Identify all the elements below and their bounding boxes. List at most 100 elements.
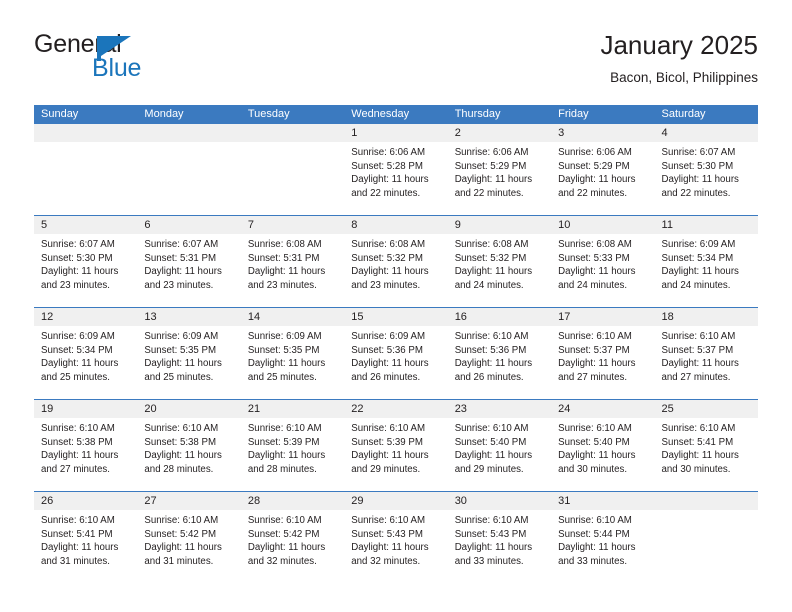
day-cell[interactable]: Sunrise: 6:06 AM Sunset: 5:29 PM Daylight:… xyxy=(551,142,654,215)
day-cell[interactable]: Sunrise: 6:10 AM Sunset: 5:42 PM Daylight:… xyxy=(241,510,344,583)
day-number[interactable]: 15 xyxy=(344,308,447,326)
day-number[interactable]: 10 xyxy=(551,216,654,234)
day-number[interactable]: 6 xyxy=(137,216,240,234)
calendar-week-row: 19 20 21 22 23 24 25 Sunrise: 6:10 AM Sunset: 5:… xyxy=(34,399,758,491)
day-cell[interactable]: Sunrise: 6:10 AM Sunset: 5:41 PM Daylight:… xyxy=(655,418,758,491)
day-number[interactable]: 17 xyxy=(551,308,654,326)
day-number[interactable]: 8 xyxy=(344,216,447,234)
daylight-text: and 25 minutes. xyxy=(247,371,317,383)
daylight-text: and 24 minutes. xyxy=(454,279,524,291)
sunrise-text: Sunrise: 6:10 AM xyxy=(661,331,736,342)
day-number[interactable]: 31 xyxy=(551,492,654,510)
daylight-text: Daylight: 11 hours xyxy=(454,358,533,370)
day-cell[interactable]: Sunrise: 6:10 AM Sunset: 5:42 PM Daylight:… xyxy=(137,510,240,583)
day-cell[interactable]: Sunrise: 6:08 AM Sunset: 5:31 PM Daylight:… xyxy=(241,234,344,307)
day-number[interactable]: 16 xyxy=(448,308,551,326)
day-number[interactable]: 26 xyxy=(34,492,137,510)
day-cell[interactable]: Sunrise: 6:10 AM Sunset: 5:40 PM Daylight:… xyxy=(551,418,654,491)
daylight-text: and 27 minutes. xyxy=(661,371,731,383)
day-cell[interactable]: Sunrise: 6:08 AM Sunset: 5:32 PM Daylight:… xyxy=(344,234,447,307)
week-detail-row: Sunrise: 6:06 AM Sunset: 5:28 PM Daylight:… xyxy=(34,142,758,215)
daylight-text: Daylight: 11 hours xyxy=(351,358,429,370)
day-cell[interactable]: Sunrise: 6:10 AM Sunset: 5:41 PM Daylight:… xyxy=(34,510,137,583)
day-cell[interactable]: Sunrise: 6:08 AM Sunset: 5:32 PM Daylight:… xyxy=(448,234,551,307)
day-number[interactable]: 23 xyxy=(448,400,551,418)
daylight-text: Daylight: 11 hours xyxy=(351,542,429,554)
daylight-text: and 30 minutes. xyxy=(558,463,628,475)
day-number[interactable]: 19 xyxy=(34,400,137,418)
daylight-text: and 30 minutes. xyxy=(661,463,731,475)
day-number[interactable]: 7 xyxy=(241,216,344,234)
day-number[interactable]: 27 xyxy=(137,492,240,510)
day-number[interactable]: 29 xyxy=(344,492,447,510)
daylight-text: Daylight: 11 hours xyxy=(351,266,429,278)
daylight-text: and 22 minutes. xyxy=(661,187,731,199)
daylight-text: and 22 minutes. xyxy=(454,187,524,199)
sunrise-text: Sunrise: 6:09 AM xyxy=(661,239,736,250)
sunset-text: Sunset: 5:38 PM xyxy=(41,436,113,448)
day-number[interactable]: 21 xyxy=(241,400,344,418)
day-number[interactable]: 18 xyxy=(655,308,758,326)
day-cell[interactable]: Sunrise: 6:10 AM Sunset: 5:36 PM Daylight:… xyxy=(448,326,551,399)
sunset-text: Sunset: 5:36 PM xyxy=(454,344,527,356)
day-cell[interactable]: Sunrise: 6:10 AM Sunset: 5:38 PM Daylight:… xyxy=(34,418,137,491)
day-number[interactable]: 28 xyxy=(241,492,344,510)
brand-logo[interactable]: General Blue xyxy=(34,28,234,88)
day-cell[interactable]: Sunrise: 6:10 AM Sunset: 5:43 PM Daylight:… xyxy=(344,510,447,583)
sunset-text: Sunset: 5:29 PM xyxy=(454,160,527,172)
day-number[interactable]: 5 xyxy=(34,216,137,234)
daylight-text: Daylight: 11 hours xyxy=(454,542,533,554)
day-number[interactable]: 1 xyxy=(344,124,447,142)
day-number[interactable]: 3 xyxy=(551,124,654,142)
day-number[interactable]: 4 xyxy=(655,124,758,142)
day-number[interactable]: 24 xyxy=(551,400,654,418)
day-cell[interactable]: Sunrise: 6:09 AM Sunset: 5:34 PM Daylight:… xyxy=(655,234,758,307)
day-cell[interactable]: Sunrise: 6:10 AM Sunset: 5:43 PM Daylight:… xyxy=(448,510,551,583)
day-number[interactable]: 30 xyxy=(448,492,551,510)
day-cell[interactable]: Sunrise: 6:07 AM Sunset: 5:31 PM Daylight:… xyxy=(137,234,240,307)
day-cell[interactable]: Sunrise: 6:07 AM Sunset: 5:30 PM Daylight:… xyxy=(34,234,137,307)
day-cell[interactable]: Sunrise: 6:09 AM Sunset: 5:35 PM Daylight:… xyxy=(241,326,344,399)
daylight-text: Daylight: 11 hours xyxy=(661,266,739,278)
daylight-text: and 22 minutes. xyxy=(351,187,421,199)
day-number[interactable]: 12 xyxy=(34,308,137,326)
sunrise-text: Sunrise: 6:06 AM xyxy=(454,147,529,158)
day-cell[interactable]: Sunrise: 6:09 AM Sunset: 5:36 PM Daylight:… xyxy=(344,326,447,399)
sunrise-text: Sunrise: 6:10 AM xyxy=(558,331,632,342)
day-cell[interactable]: Sunrise: 6:10 AM Sunset: 5:38 PM Daylight:… xyxy=(137,418,240,491)
day-cell[interactable]: Sunrise: 6:06 AM Sunset: 5:29 PM Daylight:… xyxy=(448,142,551,215)
day-number[interactable]: 9 xyxy=(448,216,551,234)
daylight-text: Daylight: 11 hours xyxy=(41,266,119,278)
sunrise-text: Sunrise: 6:10 AM xyxy=(247,423,322,434)
daylight-text: Daylight: 11 hours xyxy=(247,450,326,462)
day-number[interactable]: 2 xyxy=(448,124,551,142)
daylight-text: Daylight: 11 hours xyxy=(351,174,429,186)
sunrise-text: Sunrise: 6:07 AM xyxy=(41,239,115,250)
day-cell[interactable]: Sunrise: 6:10 AM Sunset: 5:37 PM Daylight:… xyxy=(551,326,654,399)
day-cell[interactable]: Sunrise: 6:06 AM Sunset: 5:28 PM Daylight:… xyxy=(344,142,447,215)
day-cell[interactable]: Sunrise: 6:10 AM Sunset: 5:39 PM Daylight:… xyxy=(344,418,447,491)
day-number[interactable]: 22 xyxy=(344,400,447,418)
day-number[interactable]: 20 xyxy=(137,400,240,418)
day-number[interactable]: 11 xyxy=(655,216,758,234)
daylight-text: Daylight: 11 hours xyxy=(41,542,119,554)
sunset-text: Sunset: 5:42 PM xyxy=(144,528,217,540)
day-number[interactable]: 25 xyxy=(655,400,758,418)
day-number[interactable]: 14 xyxy=(241,308,344,326)
sunset-text: Sunset: 5:42 PM xyxy=(247,528,320,540)
daylight-text: Daylight: 11 hours xyxy=(247,358,326,370)
sunrise-text: Sunrise: 6:10 AM xyxy=(41,423,115,434)
day-cell[interactable]: Sunrise: 6:09 AM Sunset: 5:34 PM Daylight:… xyxy=(34,326,137,399)
sunset-text: Sunset: 5:38 PM xyxy=(144,436,217,448)
day-cell[interactable]: Sunrise: 6:10 AM Sunset: 5:40 PM Daylight:… xyxy=(448,418,551,491)
sunset-text: Sunset: 5:31 PM xyxy=(247,252,320,264)
day-cell[interactable]: Sunrise: 6:08 AM Sunset: 5:33 PM Daylight:… xyxy=(551,234,654,307)
daylight-text: Daylight: 11 hours xyxy=(454,174,533,186)
day-cell[interactable]: Sunrise: 6:07 AM Sunset: 5:30 PM Daylight:… xyxy=(655,142,758,215)
day-cell[interactable]: Sunrise: 6:10 AM Sunset: 5:37 PM Daylight:… xyxy=(655,326,758,399)
daylight-text: and 28 minutes. xyxy=(144,463,214,475)
day-cell[interactable]: Sunrise: 6:09 AM Sunset: 5:35 PM Daylight:… xyxy=(137,326,240,399)
day-cell[interactable]: Sunrise: 6:10 AM Sunset: 5:39 PM Daylight:… xyxy=(241,418,344,491)
day-cell[interactable]: Sunrise: 6:10 AM Sunset: 5:44 PM Daylight:… xyxy=(551,510,654,583)
day-number[interactable]: 13 xyxy=(137,308,240,326)
